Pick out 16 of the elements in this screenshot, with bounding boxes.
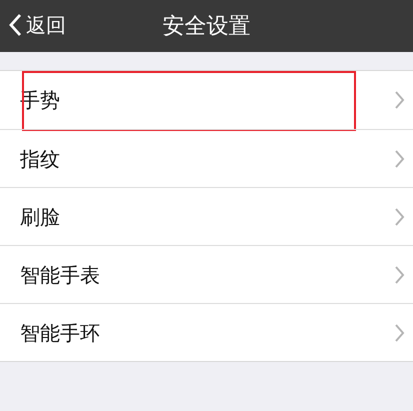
chevron-icon <box>395 324 405 342</box>
settings-row[interactable]: 指纹 <box>0 129 413 187</box>
row-label: 智能手表 <box>20 262 100 288</box>
settings-row[interactable]: 智能手表 <box>0 245 413 303</box>
page-title: 安全设置 <box>162 12 250 40</box>
row-label: 刷脸 <box>20 204 60 230</box>
back-icon <box>8 13 22 37</box>
chevron-icon <box>395 91 405 109</box>
row-label: 指纹 <box>20 146 60 172</box>
chevron-icon <box>395 208 405 226</box>
chevron-icon <box>395 266 405 284</box>
row-label: 智能手环 <box>20 320 100 346</box>
chevron-icon <box>395 150 405 168</box>
settings-row[interactable]: 智能手环 <box>0 303 413 361</box>
back-button[interactable]: 返回 <box>8 10 66 40</box>
settings-row[interactable]: 刷脸 <box>0 187 413 245</box>
